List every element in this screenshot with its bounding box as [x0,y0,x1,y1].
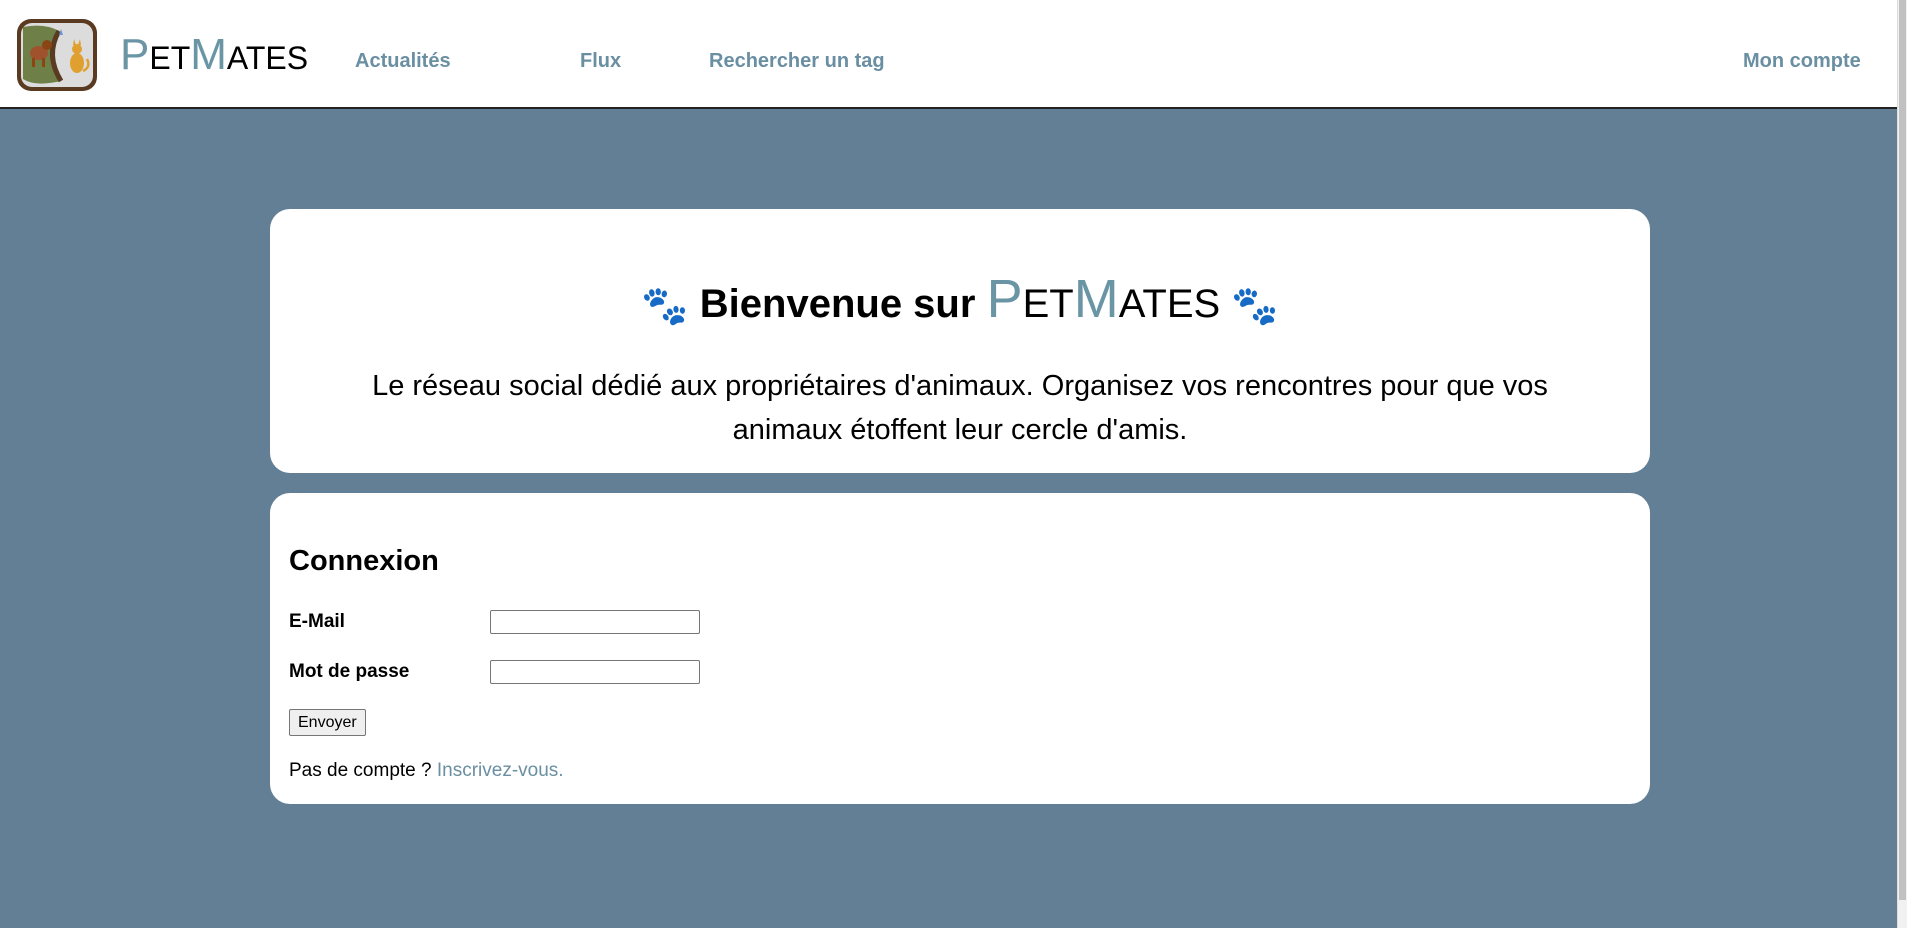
welcome-brand-p: P [986,269,1023,329]
signup-link[interactable]: Inscrivez-vous. [437,760,564,781]
submit-button[interactable]: Envoyer [289,709,366,736]
welcome-brand-et: ET [1022,282,1074,326]
brand-letters-ates: ATES [226,40,309,76]
nav-link-actualites[interactable]: Actualités [355,48,451,74]
login-title: Connexion [289,545,439,577]
welcome-title-prefix: Bienvenue sur [699,282,976,326]
email-field[interactable] [490,610,700,634]
top-navbar: PETMATES Actualités Flux Rechercher un t… [0,0,1898,109]
nav-link-search-tag[interactable]: Rechercher un tag [709,48,885,74]
brand-letters-et: ET [149,40,191,76]
welcome-card: 🐾 Bienvenue sur PETMATES 🐾 Le réseau soc… [270,209,1650,473]
nav-link-flux[interactable]: Flux [580,48,621,74]
password-field[interactable] [490,660,700,684]
signup-prompt: Pas de compte ? Inscrivez-vous. [289,759,564,783]
paw-icon: 🐾 [641,285,689,328]
brand-letter-m: M [190,30,227,79]
page-scrollbar[interactable] [1897,0,1907,928]
welcome-brand-ates: ATES [1118,282,1221,326]
welcome-brand: PETMATES [987,269,1221,329]
brand-letter-p: P [120,30,150,79]
scrollbar-thumb[interactable] [1899,0,1906,900]
nav-link-account[interactable]: Mon compte [1743,48,1861,74]
welcome-brand-m: M [1073,269,1119,329]
no-account-text: Pas de compte ? [289,760,432,781]
email-label: E-Mail [289,611,345,632]
welcome-title: 🐾 Bienvenue sur PETMATES 🐾 [270,269,1650,336]
login-card: Connexion E-Mail Mot de passe Envoyer Pa… [270,493,1650,804]
brand-name[interactable]: PETMATES [120,30,308,83]
welcome-description: Le réseau social dédié aux propriétaires… [372,370,1548,446]
password-label: Mot de passe [289,661,410,682]
paw-icon: 🐾 [1231,285,1279,328]
petmates-logo[interactable] [15,17,99,93]
